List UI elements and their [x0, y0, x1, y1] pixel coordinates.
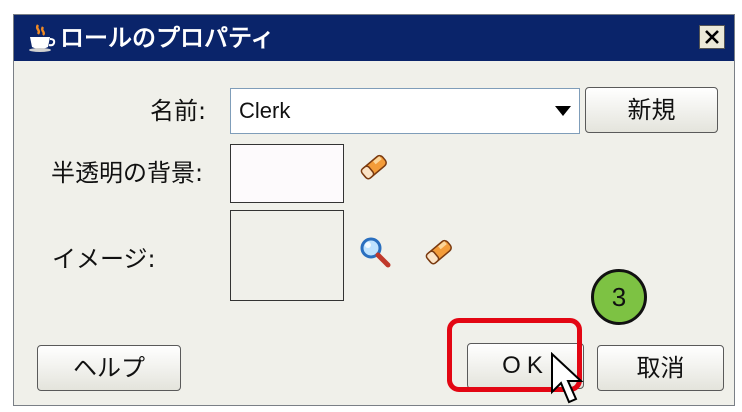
image-preview [230, 210, 344, 301]
name-select-value: Clerk [239, 98, 291, 123]
translucent-bg-swatch[interactable] [230, 144, 344, 203]
cancel-button-label: 取消 [636, 354, 685, 382]
dialog-title: ロールのプロパティ [60, 24, 275, 52]
title-bar: ロールのプロパティ [14, 15, 734, 61]
eraser-icon[interactable] [422, 237, 456, 271]
help-button-label: ヘルプ [73, 354, 145, 382]
new-button[interactable]: 新規 [585, 87, 718, 133]
image-label: イメージ: [52, 245, 156, 273]
mouse-cursor-icon [550, 351, 584, 412]
name-select[interactable]: Clerk [230, 88, 580, 134]
translucent-bg-label: 半透明の背景: [51, 159, 204, 187]
close-icon [705, 30, 719, 44]
cancel-button[interactable]: 取消 [597, 345, 724, 391]
new-button-label: 新規 [627, 96, 676, 124]
close-button[interactable] [699, 25, 725, 49]
help-button[interactable]: ヘルプ [37, 345, 181, 391]
dropdown-arrow-icon [555, 106, 571, 116]
step-number-badge: 3 [591, 269, 647, 325]
role-properties-dialog: ロールのプロパティ 名前: Clerk 新規 半透明の背景: イメージ: ヘルプ… [13, 14, 735, 406]
step-number: 3 [611, 281, 627, 312]
eraser-icon[interactable] [357, 152, 391, 186]
name-label: 名前: [150, 97, 207, 125]
magnifier-icon[interactable] [358, 235, 392, 273]
java-cup-icon [26, 23, 56, 53]
